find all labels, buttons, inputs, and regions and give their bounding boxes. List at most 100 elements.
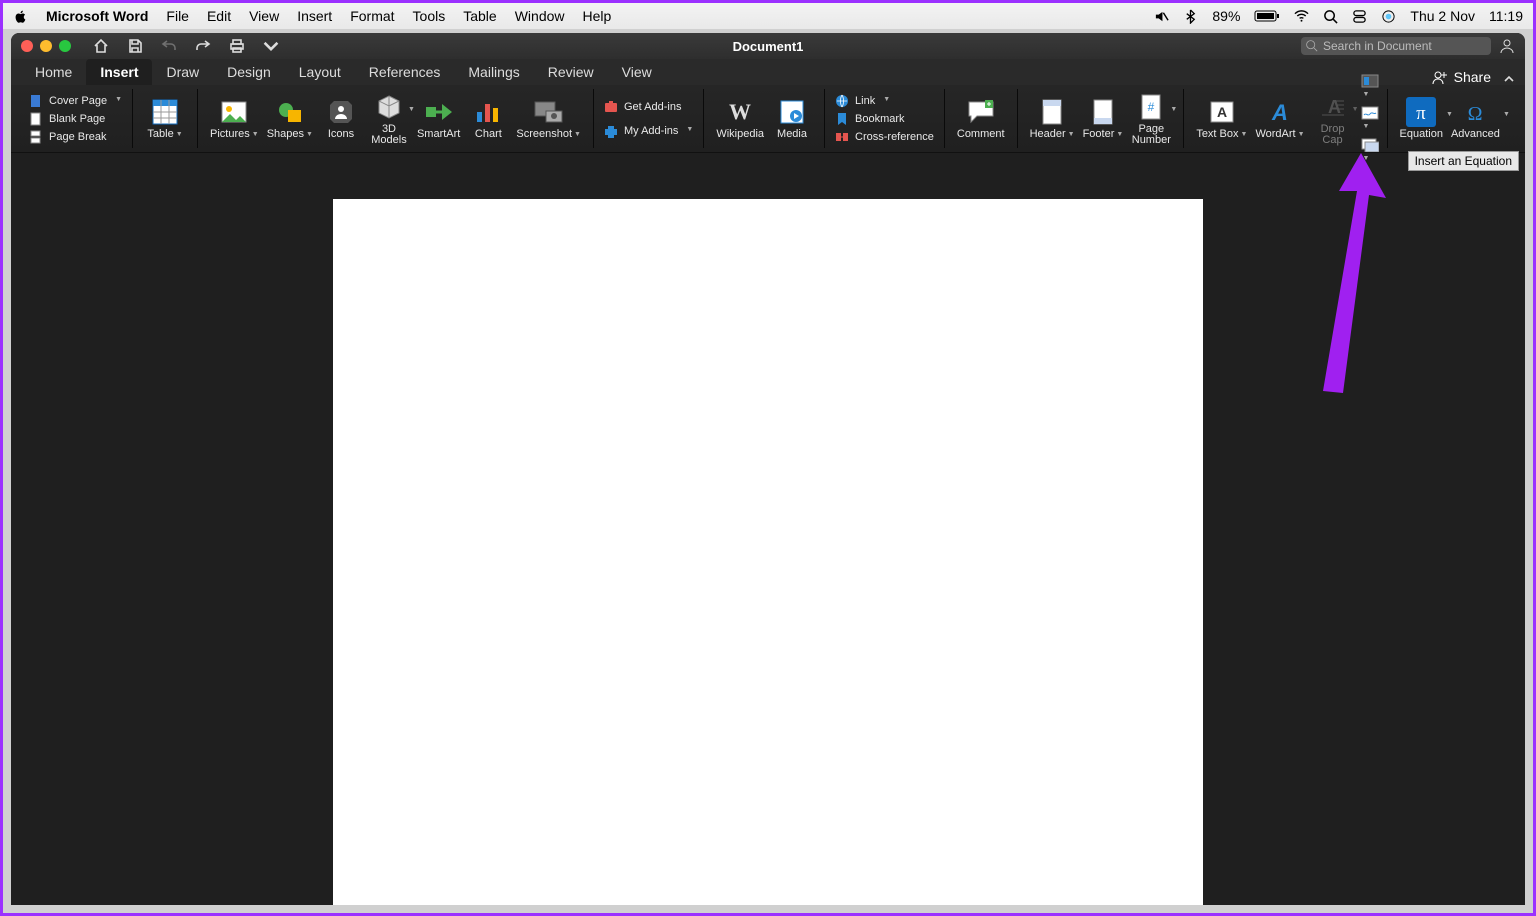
- minimize-window-button[interactable]: [40, 40, 52, 52]
- wifi-icon[interactable]: [1294, 9, 1309, 24]
- bluetooth-icon[interactable]: [1183, 9, 1198, 24]
- wikipedia-icon: W: [725, 97, 755, 127]
- omega-icon: Ω: [1460, 97, 1490, 127]
- menu-window[interactable]: Window: [515, 8, 565, 24]
- tab-home[interactable]: Home: [21, 59, 86, 85]
- get-addins-button[interactable]: Get Add-ins: [602, 99, 695, 115]
- media-icon: [777, 97, 807, 127]
- tab-references[interactable]: References: [355, 59, 455, 85]
- group-text: AText Box▼ AWordArt▼ ADrop Cap▼ ▼ ▼ ▼: [1184, 89, 1387, 148]
- tab-draw[interactable]: Draw: [152, 59, 213, 85]
- wikipedia-button[interactable]: WWikipedia: [712, 97, 768, 140]
- menu-view[interactable]: View: [249, 8, 279, 24]
- group-table: Table▼: [133, 89, 198, 148]
- tab-mailings[interactable]: Mailings: [454, 59, 533, 85]
- group-illustrations: Pictures▼ Shapes▼ Icons 3D Models▼ Smart…: [198, 89, 594, 148]
- mute-icon[interactable]: [1154, 9, 1169, 24]
- app-name[interactable]: Microsoft Word: [46, 8, 148, 24]
- document-page[interactable]: [333, 199, 1203, 905]
- signature-line-icon[interactable]: ▼: [1361, 106, 1379, 132]
- comment-button[interactable]: Comment: [953, 97, 1009, 140]
- document-area[interactable]: [11, 181, 1525, 905]
- shapes-button[interactable]: Shapes▼: [263, 97, 317, 141]
- window-titlebar: Document1 Search in Document: [11, 33, 1525, 59]
- table-icon: [150, 97, 180, 127]
- table-button[interactable]: Table▼: [141, 97, 189, 141]
- save-icon[interactable]: [127, 38, 143, 54]
- svg-text:Ω: Ω: [1468, 103, 1483, 124]
- text-box-button[interactable]: AText Box▼: [1192, 97, 1251, 141]
- drop-cap-button[interactable]: ADrop Cap▼: [1309, 92, 1357, 146]
- zoom-window-button[interactable]: [59, 40, 71, 52]
- my-addins-button[interactable]: My Add-ins▼: [602, 123, 695, 139]
- search-placeholder: Search in Document: [1323, 39, 1432, 53]
- icons-button[interactable]: Icons: [317, 97, 365, 140]
- menu-file[interactable]: File: [166, 8, 189, 24]
- close-window-button[interactable]: [21, 40, 33, 52]
- share-button[interactable]: Share: [1432, 69, 1491, 85]
- collapse-ribbon-icon[interactable]: [1503, 73, 1515, 85]
- document-title: Document1: [733, 39, 804, 54]
- header-button[interactable]: Header▼: [1026, 97, 1079, 141]
- cross-reference-button[interactable]: Cross-reference: [833, 129, 936, 145]
- share-label: Share: [1454, 69, 1491, 85]
- apple-icon[interactable]: [13, 9, 28, 24]
- advanced-symbol-button[interactable]: Ω Advanced ▼: [1447, 97, 1504, 140]
- media-button[interactable]: Media: [768, 97, 816, 140]
- blank-page-button[interactable]: Blank Page: [27, 111, 124, 127]
- smartart-button[interactable]: SmartArt: [413, 97, 464, 140]
- menu-help[interactable]: Help: [583, 8, 612, 24]
- page-break-button[interactable]: Page Break: [27, 129, 124, 145]
- menu-insert[interactable]: Insert: [297, 8, 332, 24]
- tab-layout[interactable]: Layout: [285, 59, 355, 85]
- header-icon: [1037, 97, 1067, 127]
- tab-review[interactable]: Review: [534, 59, 608, 85]
- ribbon-insert: Cover Page▼ Blank Page Page Break Table▼…: [11, 85, 1525, 153]
- screenshot-icon: [534, 97, 564, 127]
- group-links: Link▼ Bookmark Cross-reference: [825, 89, 945, 148]
- battery-percent: 89%: [1212, 8, 1240, 24]
- object-icon[interactable]: ▼: [1361, 138, 1379, 164]
- smartart-icon: [424, 97, 454, 127]
- shapes-icon: [275, 97, 305, 127]
- equation-button[interactable]: π Equation ▼: [1396, 97, 1447, 140]
- spotlight-icon[interactable]: [1323, 9, 1338, 24]
- menu-tools[interactable]: Tools: [413, 8, 446, 24]
- menu-edit[interactable]: Edit: [207, 8, 231, 24]
- menu-format[interactable]: Format: [350, 8, 394, 24]
- undo-icon[interactable]: [161, 38, 177, 54]
- tab-view[interactable]: View: [608, 59, 666, 85]
- tab-design[interactable]: Design: [213, 59, 285, 85]
- icons-icon: [326, 97, 356, 127]
- control-center-icon[interactable]: [1352, 9, 1367, 24]
- group-comment: Comment: [945, 89, 1018, 148]
- print-icon[interactable]: [229, 38, 245, 54]
- qat-customize-icon[interactable]: [263, 38, 279, 54]
- cover-page-button[interactable]: Cover Page▼: [27, 93, 124, 109]
- footer-button[interactable]: Footer▼: [1079, 97, 1128, 141]
- 3d-models-button[interactable]: 3D Models▼: [365, 92, 413, 146]
- siri-icon[interactable]: [1381, 9, 1396, 24]
- screenshot-button[interactable]: Screenshot▼: [512, 97, 585, 141]
- quick-parts-icon[interactable]: ▼: [1361, 74, 1379, 100]
- text-box-icon: A: [1207, 97, 1237, 127]
- menubar-date[interactable]: Thu 2 Nov: [1410, 8, 1475, 24]
- page-number-button[interactable]: #Page Number▼: [1127, 92, 1175, 146]
- pi-icon: π: [1406, 97, 1436, 127]
- pictures-button[interactable]: Pictures▼: [206, 97, 263, 141]
- account-icon[interactable]: [1499, 38, 1515, 54]
- redo-icon[interactable]: [195, 38, 211, 54]
- menubar-time[interactable]: 11:19: [1489, 8, 1523, 24]
- search-input[interactable]: Search in Document: [1301, 37, 1491, 55]
- link-button[interactable]: Link▼: [833, 93, 936, 109]
- menu-table[interactable]: Table: [463, 8, 496, 24]
- svg-text:W: W: [729, 101, 751, 123]
- svg-text:A: A: [1217, 104, 1227, 120]
- tab-insert[interactable]: Insert: [86, 59, 152, 85]
- cube-icon: [374, 92, 404, 122]
- wordart-button[interactable]: AWordArt▼: [1251, 97, 1308, 141]
- home-icon[interactable]: [93, 38, 109, 54]
- bookmark-button[interactable]: Bookmark: [833, 111, 936, 127]
- chart-button[interactable]: Chart: [464, 97, 512, 140]
- pictures-icon: [219, 97, 249, 127]
